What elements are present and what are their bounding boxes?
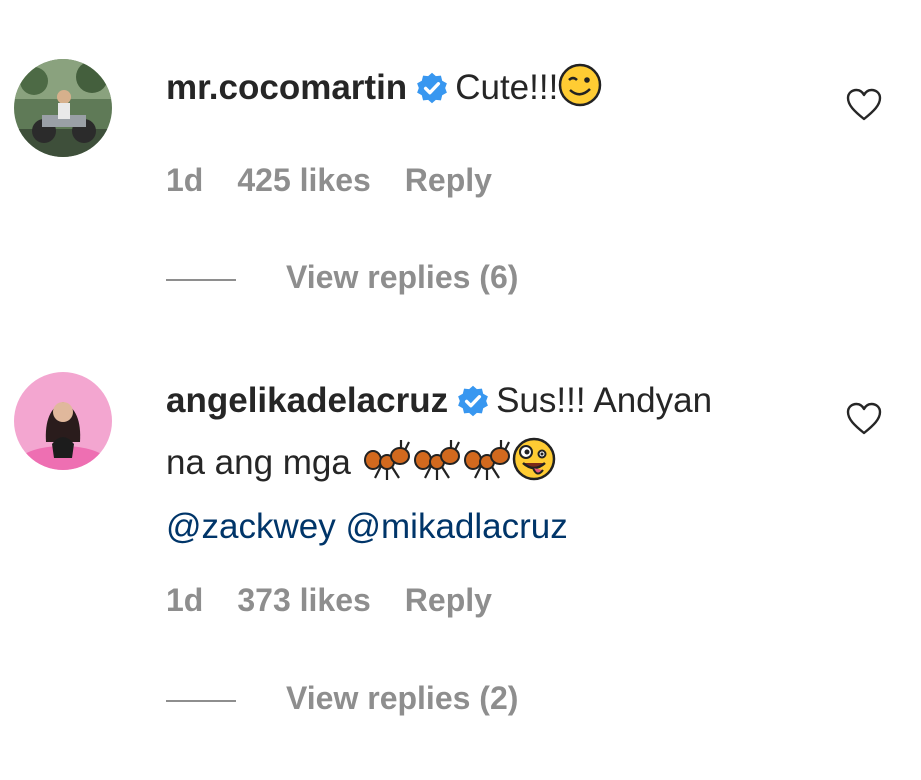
comment-text-line2: na ang mga <box>166 443 351 482</box>
comment-text-line1: Sus!!! Andyan <box>496 381 713 420</box>
zany-face-icon <box>511 436 557 499</box>
mention-link[interactable]: @mikadlacruz <box>345 507 567 546</box>
mention-link[interactable]: @zackwey <box>166 507 336 546</box>
divider-line <box>166 699 236 702</box>
avatar-photo <box>14 372 112 470</box>
view-replies-label: View replies (6) <box>286 259 519 295</box>
like-heart-icon[interactable] <box>846 88 882 127</box>
username-link[interactable]: mr.cocomartin <box>166 68 407 107</box>
like-count[interactable]: 425 likes <box>237 162 370 198</box>
comment-body: angelikadelacruz Sus!!! Andyan na ang mga… <box>166 373 816 555</box>
view-replies-label: View replies (2) <box>286 680 519 716</box>
winking-face-icon <box>558 63 602 124</box>
reply-button[interactable]: Reply <box>405 582 492 618</box>
avatar-photo <box>14 59 112 157</box>
view-replies-button[interactable]: View replies (2) <box>166 680 518 717</box>
comment-meta: 1d 425 likes Reply <box>166 162 526 199</box>
username-link[interactable]: angelikadelacruz <box>166 381 448 420</box>
comment-meta: 1d 373 likes Reply <box>166 582 526 619</box>
verified-badge-icon <box>415 66 449 122</box>
ant-icon <box>361 438 411 499</box>
reply-button[interactable]: Reply <box>405 162 492 198</box>
divider-line <box>166 278 236 281</box>
timestamp[interactable]: 1d <box>166 162 203 198</box>
ant-icon <box>411 438 461 499</box>
ant-icon <box>461 438 511 499</box>
avatar[interactable] <box>14 372 112 470</box>
avatar[interactable] <box>14 59 112 157</box>
comment-text: Cute!!! <box>455 68 559 107</box>
comment-body: mr.cocomartin Cute!!! <box>166 60 816 124</box>
verified-badge-icon <box>456 379 490 435</box>
timestamp[interactable]: 1d <box>166 582 203 618</box>
like-heart-icon[interactable] <box>846 402 882 441</box>
view-replies-button[interactable]: View replies (6) <box>166 259 518 296</box>
like-count[interactable]: 373 likes <box>237 582 370 618</box>
